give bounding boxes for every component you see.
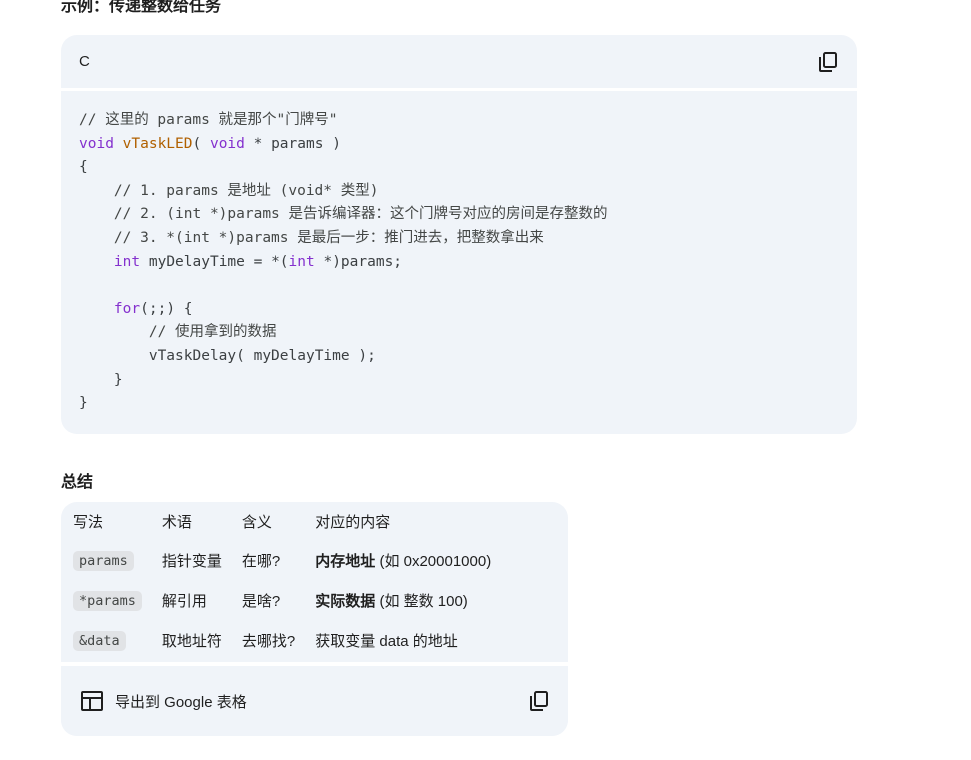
code-function-name: vTaskLED	[122, 135, 193, 152]
bold-text: 实际数据	[315, 592, 376, 610]
code-line: // 1. params 是地址 (void* 类型)	[79, 182, 379, 199]
code-line: // 使用拿到的数据	[79, 324, 277, 341]
code-keyword: void	[209, 135, 245, 152]
copy-code-button[interactable]	[817, 51, 839, 73]
summary-table-card: 写法 术语 含义 对应的内容 params 指针变量 在哪? 内存地址 (如 0…	[61, 502, 568, 736]
code-token: myDelayTime = *(	[140, 253, 289, 270]
code-keyword: int	[288, 253, 315, 270]
export-label: 导出到 Google 表格	[115, 693, 247, 711]
table-grid-icon	[81, 691, 103, 711]
table-row: &data 取地址符 去哪找? 获取变量 data 的地址	[63, 620, 501, 660]
code-token: (;;) {	[140, 300, 193, 317]
code-chip: &data	[73, 630, 126, 651]
section-heading: 示例：传递整数给任务	[61, 0, 222, 15]
table-cell: 实际数据 (如 整数 100)	[305, 580, 501, 620]
table-cell: 指针变量	[161, 552, 222, 570]
table-cell: params	[63, 540, 152, 580]
code-token: *)params;	[314, 253, 403, 270]
code-chip: params	[73, 550, 134, 571]
code-keyword: for	[113, 300, 141, 317]
summary-table: 写法 术语 含义 对应的内容 params 指针变量 在哪? 内存地址 (如 0…	[63, 502, 501, 660]
cell-text: (如 0x20001000)	[375, 552, 492, 570]
table-header: 含义	[241, 513, 272, 531]
bold-text: 内存地址	[315, 552, 376, 570]
code-line: {	[79, 159, 88, 176]
cell-text: 获取变量 data 的地址	[315, 632, 458, 650]
copy-icon	[530, 691, 548, 711]
cell-text: (如 整数 100)	[375, 592, 468, 610]
table-cell: 内存地址 (如 0x20001000)	[305, 540, 501, 580]
copy-icon	[819, 51, 837, 72]
table-row: *params 解引用 是啥? 实际数据 (如 整数 100)	[63, 580, 501, 620]
table-header: 写法	[73, 513, 104, 531]
code-language-label: C	[79, 53, 90, 70]
table-header: 术语	[161, 513, 192, 531]
table-cell: *params	[63, 580, 152, 620]
table-row: params 指针变量 在哪? 内存地址 (如 0x20001000)	[63, 540, 501, 580]
code-keyword: void	[79, 135, 114, 152]
table-cell: 去哪找?	[241, 632, 296, 650]
code-line: // 2. (int *)params 是告诉编译器：这个门牌号对应的房间是存整…	[79, 206, 608, 223]
code-token: (	[192, 135, 210, 152]
code-chip: *params	[73, 590, 142, 611]
code-block: C // 这里的 params 就是那个"门牌号" void vTaskLED(…	[61, 35, 857, 434]
code-header: C	[61, 35, 857, 91]
table-footer: 导出到 Google 表格	[61, 662, 568, 736]
code-line: // 这里的 params 就是那个"门牌号"	[79, 112, 338, 128]
copy-table-button[interactable]	[528, 690, 550, 712]
table-cell: 在哪?	[241, 552, 281, 570]
summary-title: 总结	[61, 474, 94, 491]
table-header-row: 写法 术语 含义 对应的内容	[63, 502, 501, 540]
export-to-sheets-button[interactable]: 导出到 Google 表格	[81, 691, 247, 712]
code-line: vTaskDelay( myDelayTime );	[79, 347, 376, 364]
code-token: * params )	[244, 135, 341, 152]
table-cell: 获取变量 data 的地址	[305, 620, 501, 660]
code-keyword: int	[113, 253, 141, 270]
table-cell: 是啥?	[241, 592, 281, 610]
code-line: }	[79, 371, 123, 388]
code-line: // 3. *(int *)params 是最后一步：推门进去，把整数拿出来	[79, 229, 544, 246]
table-cell: 解引用	[161, 592, 207, 610]
code-content: // 这里的 params 就是那个"门牌号" void vTaskLED( v…	[61, 91, 857, 416]
table-header: 对应的内容	[315, 513, 391, 531]
code-line: }	[79, 395, 88, 412]
table-cell: &data	[63, 620, 152, 660]
table-cell: 取地址符	[161, 632, 222, 650]
